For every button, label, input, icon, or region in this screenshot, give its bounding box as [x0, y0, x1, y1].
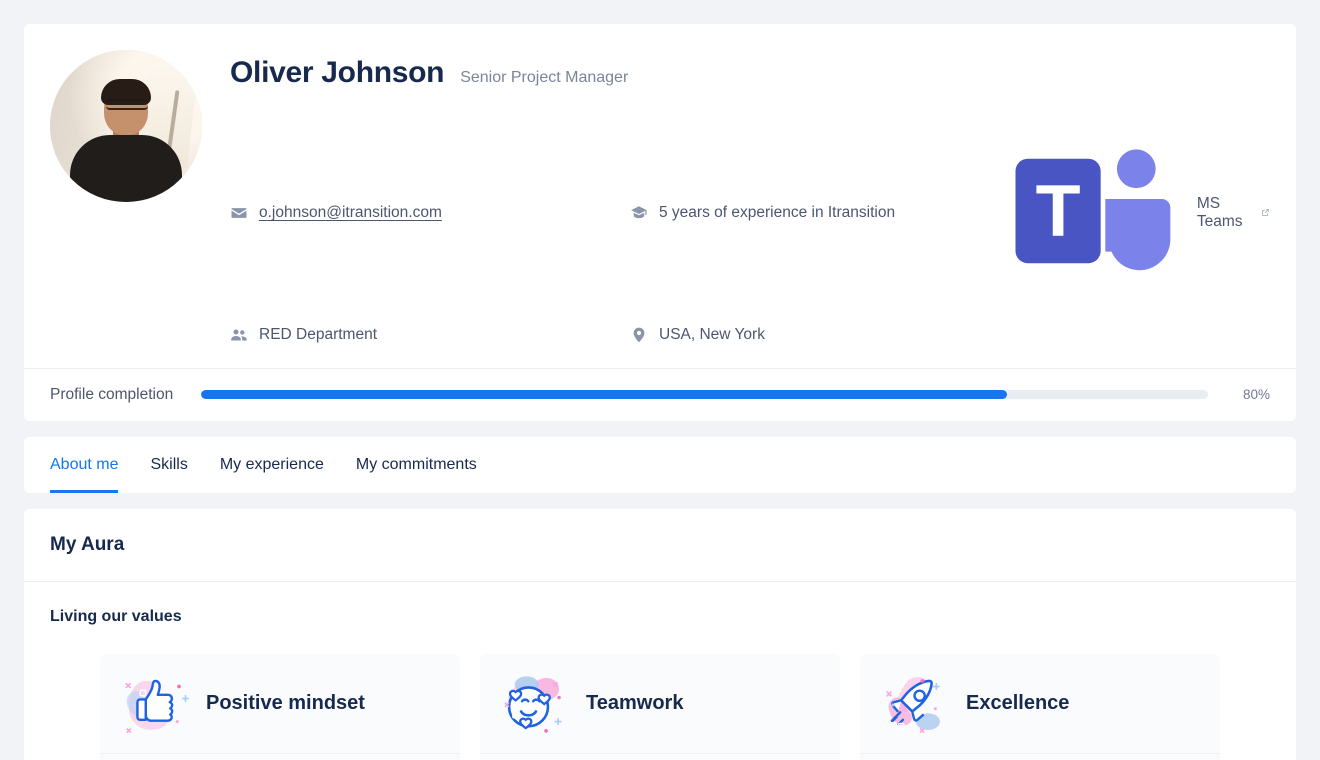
tab-my-experience[interactable]: My experience: [220, 437, 324, 493]
name-row: Oliver Johnson Senior Project Manager: [230, 56, 1270, 90]
svg-text:T: T: [1036, 169, 1081, 252]
value-title: Positive mindset: [206, 691, 365, 714]
value-card: Teamwork Hart JeffersonThank you for real…: [480, 653, 840, 760]
avatar: [50, 50, 202, 202]
my-aura-card: My Aura Living our values Positive minds…: [24, 508, 1296, 760]
job-title: Senior Project Manager: [460, 69, 629, 86]
ms-teams-icon: T: [1015, 149, 1171, 271]
location-text: USA, New York: [659, 325, 765, 343]
rocket-icon: [886, 677, 940, 734]
profile-info: Oliver Johnson Senior Project Manager o.…: [230, 50, 1270, 344]
tab-bar: About me Skills My experience My commitment…: [24, 436, 1296, 493]
ms-teams-label: MS Teams: [1196, 194, 1243, 230]
value-card: Positive mindset Silvia FisherThank you f…: [100, 653, 460, 760]
smiling-face-icon: [498, 668, 572, 738]
graduation-cap-icon: [631, 206, 647, 219]
testimonial: Hart JeffersonThank you for really findi…: [480, 754, 840, 760]
smiling-face-icon: [504, 676, 562, 734]
meta-department: RED Department: [230, 326, 630, 344]
meta-location: USA, New York: [630, 326, 1000, 344]
profile-header-card: Oliver Johnson Senior Project Manager o.…: [24, 24, 1296, 421]
rocket-icon: [878, 668, 952, 738]
experience-text: 5 years of experience in Itransition: [659, 203, 896, 221]
department-text: RED Department: [259, 325, 378, 343]
progress-value: 80%: [1242, 387, 1270, 403]
profile-completion: Profile completion 80%: [24, 369, 1296, 421]
tab-about-me[interactable]: About me: [50, 437, 119, 493]
aura-body: Living our values Positive mindset Silvia…: [24, 582, 1296, 760]
tab-my-commitments[interactable]: My commitments: [356, 437, 477, 493]
people-icon: [231, 329, 247, 341]
page-title: Oliver Johnson: [230, 56, 445, 89]
email-link[interactable]: o.johnson@itransition.com: [259, 204, 442, 222]
value-title: Teamwork: [586, 691, 684, 714]
progress-track: [201, 390, 1208, 400]
meta-experience: 5 years of experience in Itransition: [630, 120, 1000, 306]
values-row: Positive mindset Silvia FisherThank you f…: [50, 653, 1270, 760]
testimonial: Cline AshleyThank you for your proactive…: [860, 754, 1220, 760]
tab-skills[interactable]: Skills: [150, 437, 187, 493]
living-our-values-title: Living our values: [50, 607, 182, 625]
ms-teams-link[interactable]: T MS Teams: [1000, 120, 1270, 306]
value-card: Excellence Cline AshleyThank you for your…: [860, 653, 1220, 760]
testimonial: Silvia FisherThank you for really findin…: [100, 754, 460, 760]
aura-title: My Aura: [24, 509, 1296, 582]
thumbs-up-icon: [125, 680, 190, 734]
meta-email: o.johnson@itransition.com: [230, 120, 630, 306]
value-title: Excellence: [966, 691, 1070, 714]
profile-main: Oliver Johnson Senior Project Manager o.…: [24, 24, 1296, 369]
value-header: Excellence: [860, 654, 1220, 754]
profile-page: Oliver Johnson Senior Project Manager o.…: [0, 0, 1320, 760]
thumbs-up-icon: [118, 668, 192, 738]
progress-label: Profile completion: [50, 385, 174, 403]
value-header: Teamwork: [480, 654, 840, 754]
avatar-photo: [50, 50, 202, 202]
location-pin-icon: [633, 327, 645, 343]
progress-fill: [201, 390, 1007, 400]
external-link-icon: [1262, 209, 1269, 217]
profile-meta: o.johnson@itransition.com 5 years of exp…: [230, 120, 1270, 344]
envelope-icon: [231, 208, 247, 218]
value-header: Positive mindset: [100, 654, 460, 754]
